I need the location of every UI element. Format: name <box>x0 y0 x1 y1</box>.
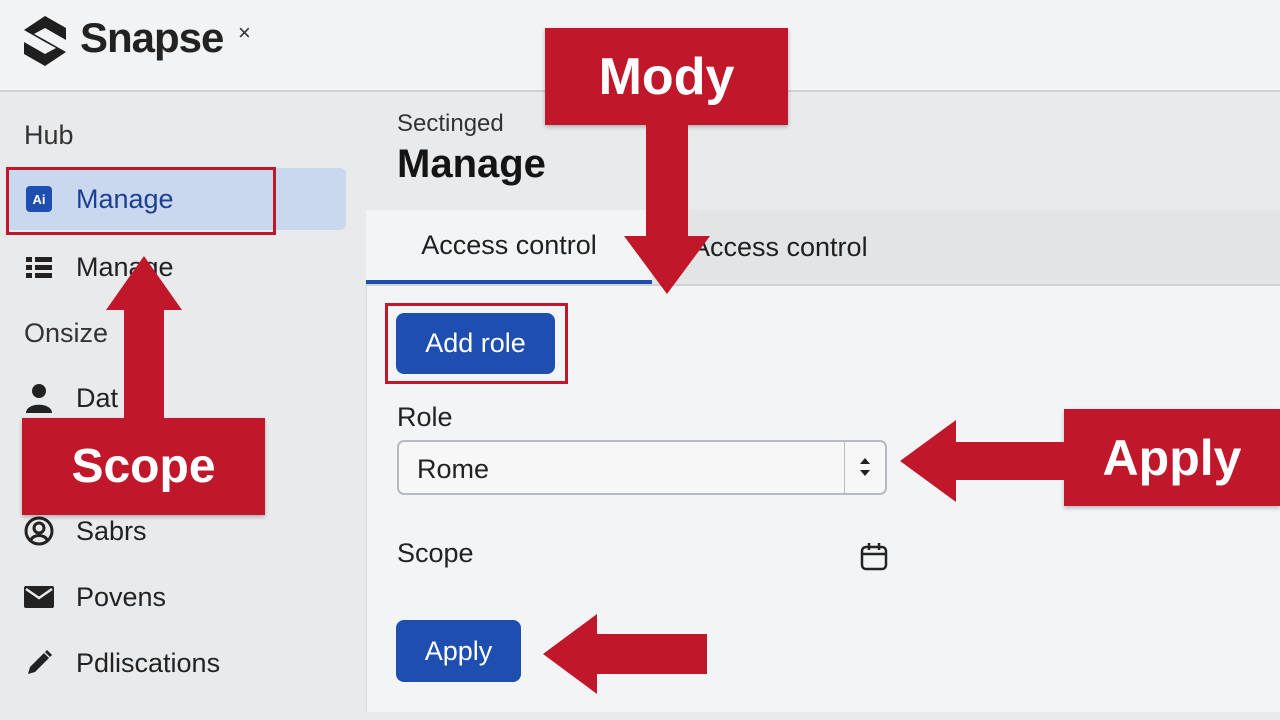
sidebar-item-manage-2[interactable]: Manage <box>6 236 346 298</box>
tab-access-control[interactable]: Access control <box>366 210 652 284</box>
pen-icon <box>24 648 54 678</box>
apply-button[interactable]: Apply <box>396 620 521 682</box>
page-title: Manage <box>397 142 546 186</box>
scope-label: Scope <box>397 538 474 568</box>
user-circle-icon <box>24 516 54 546</box>
user-icon <box>24 383 54 413</box>
tab-access-control-2[interactable]: Access control <box>692 210 992 284</box>
mody-callout: Mody <box>545 28 788 125</box>
scope-callout: Scope <box>22 418 265 515</box>
sidebar-item-label: Povens <box>76 581 167 612</box>
mail-icon <box>24 582 54 612</box>
sidebar-item-manage[interactable]: Ai Manage <box>6 168 346 230</box>
sidebar-item-label: Pdliscations <box>76 647 221 678</box>
breadcrumb: Sectinged <box>397 110 504 137</box>
select-caret-icon <box>860 458 870 476</box>
sidebar-item-povens[interactable]: Povens <box>6 566 346 628</box>
role-select[interactable]: Rome <box>397 440 887 495</box>
sidebar-item-label: Dat <box>76 382 119 413</box>
app-title: Snapse <box>80 14 224 61</box>
tab-bar: Access control Access control <box>366 210 1280 286</box>
svg-text:Ai: Ai <box>33 192 46 207</box>
snapse-logo-icon <box>24 16 66 66</box>
role-label: Role <box>397 402 453 432</box>
close-tab-icon[interactable]: × <box>238 20 251 46</box>
tab-label: Access control <box>421 229 597 260</box>
apply-callout: Apply <box>1064 409 1280 506</box>
sidebar-item-pdliscations[interactable]: Pdliscations <box>6 632 346 694</box>
role-select-value: Rome <box>417 454 490 484</box>
add-role-button[interactable]: Add role <box>396 313 555 374</box>
sidebar-item-label: Manage <box>76 251 174 282</box>
manage-icon: Ai <box>24 184 54 214</box>
sidebar-section-hub: Hub <box>24 120 74 150</box>
sidebar-item-label: Sabrs <box>76 515 147 546</box>
grid-icon <box>24 252 54 282</box>
sidebar-section-onsize: Onsize <box>24 318 109 348</box>
sidebar-item-label: Manage <box>76 183 174 214</box>
calendar-icon[interactable] <box>860 541 888 571</box>
select-divider <box>844 442 845 493</box>
tab-label: Access control <box>692 231 868 262</box>
